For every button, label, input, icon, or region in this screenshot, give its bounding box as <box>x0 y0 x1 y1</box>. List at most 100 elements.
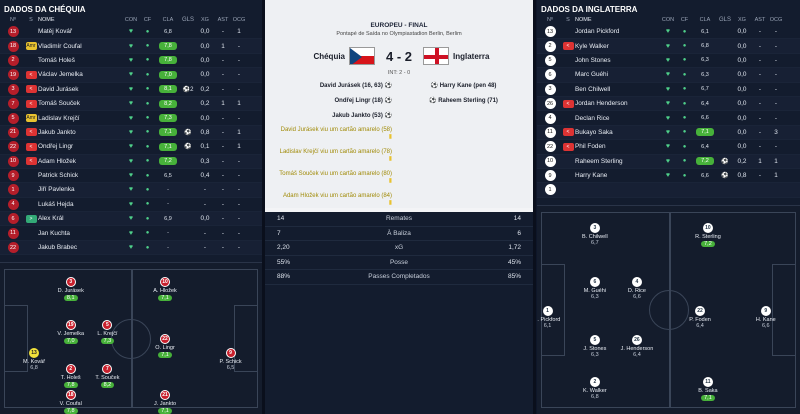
lineup-player[interactable]: 2 T. Holeš 7,8 <box>51 364 91 389</box>
column-header[interactable]: CON <box>659 17 677 23</box>
column-header[interactable]: XG <box>732 17 752 23</box>
table-row[interactable]: 7 < Tomáš Souček ♥ ● 8,2 0,2 1 1 <box>0 96 262 112</box>
lineup-player[interactable]: 22 P. Foden 6,4 <box>680 305 720 329</box>
table-row[interactable]: 26 < Jordan Henderson ♥ ● 6,4 0,0 - - <box>537 96 800 112</box>
lineup-player[interactable]: 1 J. Pickford 6,1 <box>537 305 568 329</box>
player-name[interactable]: Vladimír Coufal <box>38 43 122 50</box>
player-name[interactable]: Ben Chilwell <box>575 86 659 93</box>
player-name[interactable]: Adam Hložek <box>38 158 122 165</box>
lineup-player-name: O. Lingr <box>155 344 175 351</box>
player-name[interactable]: Tomáš Souček <box>38 100 122 107</box>
table-row[interactable]: 22 < Ondřej Lingr ♥ ● 7,1 ⚽ 0,1 - 1 <box>0 140 262 155</box>
player-name[interactable]: Ondřej Lingr <box>38 143 122 150</box>
table-row[interactable]: 9 Harry Kane ♥ ● 6,6 ⚽ 0,8 - 1 <box>537 169 800 184</box>
column-header[interactable]: GLS <box>718 17 732 23</box>
lineup-player[interactable]: 7 T. Souček 8,2 <box>87 364 127 389</box>
table-row[interactable]: 4 Declan Rice ♥ ● 6,6 0,0 - - <box>537 111 800 126</box>
table-row[interactable]: 21 < Jakub Jankto ♥ ● 7,1 ⚽ 0,8 - 1 <box>0 125 262 141</box>
table-row[interactable]: 22 < Phil Foden ♥ ● 6,4 0,0 - - <box>537 140 800 155</box>
table-row[interactable]: 13 Jordan Pickford ♥ ● 6,1 0,0 - - <box>537 25 800 40</box>
lineup-player[interactable]: 9 H. Kane 6,6 <box>746 305 786 329</box>
lineup-player[interactable]: 5 J. Stones 6,3 <box>575 334 615 358</box>
lineup-player[interactable]: 19 V. Jemelka 7,0 <box>51 320 91 345</box>
player-name[interactable]: Bukayo Saka <box>575 129 659 136</box>
column-header[interactable]: NOME <box>575 17 659 23</box>
lineup-player[interactable]: 13 M. Kovář 6,8 <box>14 347 54 371</box>
player-name[interactable]: Marc Guéhi <box>575 71 659 78</box>
player-name[interactable]: John Stones <box>575 57 659 64</box>
table-row[interactable]: 11 < Bukayo Saka ♥ ● 7,1 0,0 - 3 <box>537 125 800 141</box>
player-name[interactable]: Patrick Schick <box>38 172 122 179</box>
table-row[interactable]: 10 < Adam Hložek ♥ ● 7,2 0,3 - - <box>0 154 262 169</box>
column-header[interactable]: CLA <box>692 17 718 23</box>
player-name[interactable]: Jiří Pavlenka <box>38 186 122 193</box>
player-name[interactable]: Harry Kane <box>575 172 659 179</box>
column-header[interactable]: XG <box>195 17 215 23</box>
lineup-player[interactable]: 4 D. Rice 6,6 <box>617 276 657 300</box>
column-header[interactable]: AST <box>752 17 768 23</box>
lineup-player[interactable]: 9 P. Schick 6,5 <box>211 347 251 371</box>
player-name[interactable]: Alex Král <box>38 215 122 222</box>
column-header[interactable]: GLS <box>181 17 195 23</box>
lineup-player[interactable]: 10 R. Sterling 7,2 <box>688 222 728 247</box>
lineup-player[interactable]: 21 J. Jankto 7,1 <box>145 389 185 414</box>
lineup-player[interactable]: 18 V. Coufal 7,8 <box>51 389 91 414</box>
table-row[interactable]: 9 Patrick Schick ♥ ● 6,5 0,4 - - <box>0 169 262 184</box>
player-name[interactable]: Tomáš Holeš <box>38 57 122 64</box>
table-row[interactable]: 3 Ben Chilwell ♥ ● 6,7 0,0 - - <box>537 83 800 97</box>
table-row[interactable]: 19 < Václav Jemelka ♥ ● 7,0 0,0 - - <box>0 68 262 83</box>
lineup-player[interactable]: 11 B. Saka 7,1 <box>688 376 728 401</box>
column-header[interactable]: Nº <box>539 17 561 23</box>
player-name[interactable]: Raheem Sterling <box>575 158 659 165</box>
table-row[interactable]: 5 John Stones ♥ ● 6,3 0,0 - - <box>537 54 800 69</box>
column-header[interactable]: S <box>24 17 38 23</box>
column-header[interactable]: OCG <box>231 17 247 23</box>
player-name[interactable]: Jordan Henderson <box>575 100 659 107</box>
table-row[interactable]: 5 Amr Ladislav Krejčí ♥ ● 7,3 0,0 - - <box>0 111 262 126</box>
lineup-player[interactable]: 26 J. Henderson 6,4 <box>617 334 657 358</box>
column-header[interactable]: CON <box>122 17 140 23</box>
lineup-player[interactable]: 10 A. Hložek 7,1 <box>145 276 185 301</box>
table-row[interactable]: 6 > Alex Král ♥ ● 6,9 0,0 - - <box>0 212 262 227</box>
lineup-player[interactable]: 6 M. Guéhi 6,3 <box>575 276 615 300</box>
table-row[interactable]: 10 Raheem Sterling ♥ ● 7,2 ⚽ 0,2 1 1 <box>537 154 800 169</box>
table-row[interactable]: 1 Jiří Pavlenka ♥ ● - - - - <box>0 183 262 198</box>
table-row[interactable]: 2 Tomáš Holeš ♥ ● 7,8 0,0 - - <box>0 54 262 69</box>
player-name[interactable]: Jan Kuchta <box>38 230 122 237</box>
column-header[interactable]: CLA <box>155 17 181 23</box>
table-row[interactable]: 4 Lukáš Hejda ♥ ● - - - - <box>0 198 262 213</box>
player-name[interactable]: David Jurásek <box>38 86 122 93</box>
player-name[interactable]: Václav Jemelka <box>38 71 122 78</box>
player-name[interactable]: Jordan Pickford <box>575 28 659 35</box>
table-row[interactable]: 13 Matěj Kovář ♥ ● 6,8 0,0 - 1 <box>0 25 262 40</box>
column-header[interactable]: S <box>561 17 575 23</box>
lineup-player-rating: 8,2 <box>100 382 115 389</box>
player-name[interactable]: Lukáš Hejda <box>38 201 122 208</box>
column-header[interactable]: NOME <box>38 17 122 23</box>
table-row[interactable]: 6 Marc Guéhi ♥ ● 6,3 0,0 - - <box>537 68 800 83</box>
column-header[interactable]: CF <box>140 17 155 23</box>
lineup-player[interactable]: 2 K. Walker 6,8 <box>575 376 615 400</box>
table-row[interactable]: 11 Jan Kuchta ♥ ● - - - - <box>0 226 262 241</box>
player-name[interactable]: Kyle Walker <box>575 43 659 50</box>
column-header[interactable]: OCG <box>768 17 784 23</box>
player-name[interactable]: Jakub Jankto <box>38 129 122 136</box>
column-header[interactable]: AST <box>215 17 231 23</box>
table-row[interactable]: 22 Jakub Brabec ♥ ● - - - - <box>0 240 262 256</box>
player-name[interactable]: Matěj Kovář <box>38 28 122 35</box>
lineup-player[interactable]: 3 D. Jurásek 8,1 <box>51 276 91 301</box>
player-name[interactable]: Declan Rice <box>575 115 659 122</box>
player-name[interactable]: Phil Foden <box>575 143 659 150</box>
lineup-player[interactable]: 22 O. Lingr 7,1 <box>145 333 185 358</box>
lineup-player[interactable]: 5 L. Krejčí 7,3 <box>87 320 127 345</box>
player-name[interactable]: Jakub Brabec <box>38 244 122 251</box>
column-header[interactable]: CF <box>677 17 692 23</box>
column-header[interactable]: Nº <box>2 17 24 23</box>
lineup-player[interactable]: 3 B. Chilwell 6,7 <box>575 222 615 246</box>
condition-heart-icon: ♥ <box>128 56 134 64</box>
table-row[interactable]: 18 Amr Vladimír Coufal ♥ ● 7,8 0,0 1 - <box>0 39 262 54</box>
table-row[interactable]: 3 < David Jurásek ♥ ● 8,1 ⚽2 0,2 - - <box>0 83 262 97</box>
player-name[interactable]: Ladislav Krejčí <box>38 115 122 122</box>
table-row[interactable]: 1 <box>537 183 800 198</box>
table-row[interactable]: 2 < Kyle Walker ♥ ● 6,8 0,0 - - <box>537 39 800 54</box>
